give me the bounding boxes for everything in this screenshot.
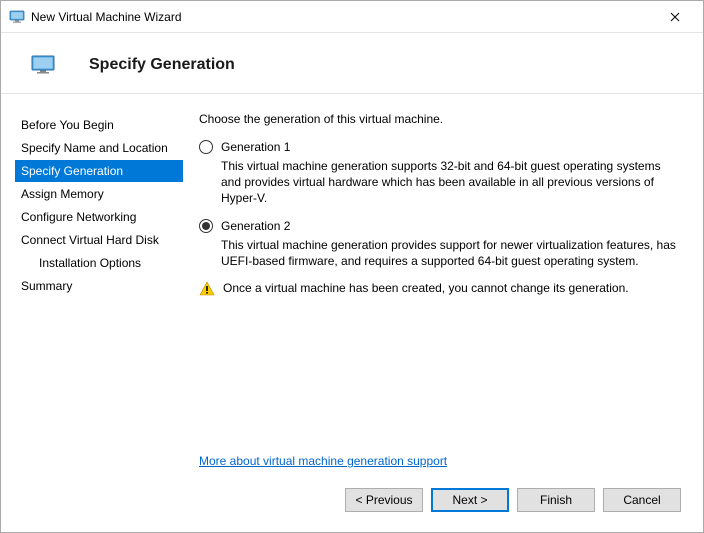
sidebar-item-summary[interactable]: Summary [15,275,183,297]
window-title: New Virtual Machine Wizard [31,10,655,24]
sidebar-item-specify-name[interactable]: Specify Name and Location [15,137,183,159]
titlebar: New Virtual Machine Wizard [1,1,703,33]
warning-row: Once a virtual machine has been created,… [199,281,683,297]
next-button[interactable]: Next > [431,488,509,512]
cancel-button[interactable]: Cancel [603,488,681,512]
radio-label-gen2[interactable]: Generation 2 [221,219,290,233]
footer: More about virtual machine generation su… [1,454,703,532]
gen1-description: This virtual machine generation supports… [221,158,683,207]
warning-text: Once a virtual machine has been created,… [223,281,629,295]
radio-generation-2[interactable]: Generation 2 [199,219,683,233]
content-panel: Choose the generation of this virtual ma… [183,94,703,454]
app-icon [9,9,25,25]
close-button[interactable] [655,3,695,31]
monitor-icon [31,55,59,75]
sidebar-item-configure-networking[interactable]: Configure Networking [15,206,183,228]
finish-button[interactable]: Finish [517,488,595,512]
gen2-description: This virtual machine generation provides… [221,237,683,269]
radio-icon[interactable] [199,219,213,233]
wizard-body: Before You Begin Specify Name and Locati… [1,94,703,454]
help-link-row: More about virtual machine generation su… [199,454,683,468]
button-row: < Previous Next > Finish Cancel [1,488,683,512]
previous-button[interactable]: < Previous [345,488,423,512]
generation-support-link[interactable]: More about virtual machine generation su… [199,454,447,468]
radio-generation-1[interactable]: Generation 1 [199,140,683,154]
intro-text: Choose the generation of this virtual ma… [199,112,683,126]
wizard-header: Specify Generation [1,33,703,94]
page-title: Specify Generation [89,56,235,74]
wizard-window: New Virtual Machine Wizard Specify Gener… [0,0,704,533]
sidebar-item-specify-generation[interactable]: Specify Generation [15,160,183,182]
sidebar: Before You Begin Specify Name and Locati… [1,94,183,454]
sidebar-item-before-you-begin[interactable]: Before You Begin [15,114,183,136]
sidebar-item-assign-memory[interactable]: Assign Memory [15,183,183,205]
sidebar-item-installation-options[interactable]: Installation Options [15,252,183,274]
warning-icon [199,281,215,297]
sidebar-item-connect-vhd[interactable]: Connect Virtual Hard Disk [15,229,183,251]
radio-label-gen1[interactable]: Generation 1 [221,140,290,154]
radio-icon[interactable] [199,140,213,154]
